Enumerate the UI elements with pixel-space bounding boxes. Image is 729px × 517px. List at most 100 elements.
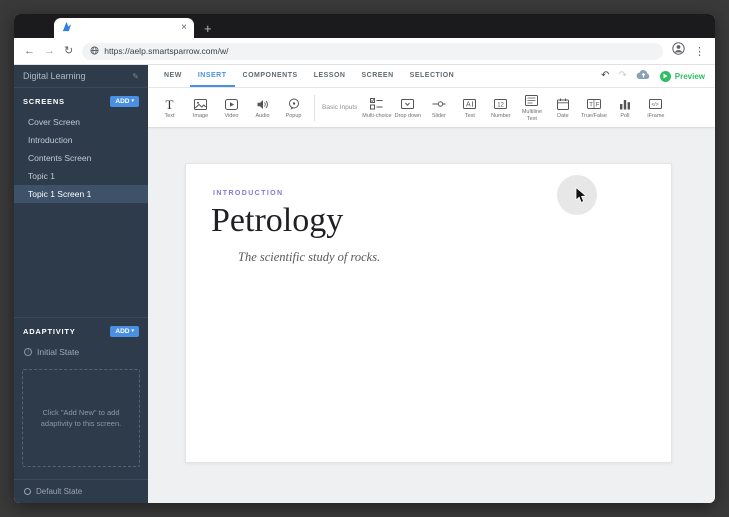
sidebar-item-topic-1-screen-1[interactable]: Topic 1 Screen 1 [14,185,148,203]
tool-popup[interactable]: Popup [278,96,309,120]
canvas-subtitle: The scientific study of rocks. [238,250,381,264]
toolbar-divider [314,94,315,121]
screens-heading: SCREENS [23,97,65,106]
browser-tab-strip: × + [14,14,715,38]
tool-drop-down[interactable]: Drop down [392,96,423,120]
app-body: Digital Learning ✎ SCREENS ADD ▾ Cover S… [14,65,715,503]
tool-date[interactable]: Date [547,96,578,120]
initial-state-row[interactable]: i Initial State [14,343,148,361]
sidebar-item-topic-1[interactable]: Topic 1 [14,167,148,185]
tool-text[interactable]: T Text [154,96,185,120]
state-ring-icon [24,488,31,495]
play-icon [659,70,671,82]
forward-button[interactable]: → [44,45,55,57]
tool-true-false[interactable]: TF True/False [578,96,609,120]
audio-icon [257,98,269,111]
tool-audio[interactable]: Audio [247,96,278,120]
adaptivity-empty-dropzone[interactable]: Click "Add New" to add adaptivity to thi… [22,369,140,467]
tool-poll[interactable]: Poll [609,96,640,120]
tab-selection[interactable]: SELECTION [402,65,463,87]
svg-text:12: 12 [498,102,505,108]
tool-label: Multi-choice [362,112,392,119]
back-button[interactable]: ← [24,45,35,57]
screen-canvas: INTRODUCTION Petrology The scientific st… [148,128,715,503]
sidebar-item-cover-screen[interactable]: Cover Screen [14,113,148,131]
true-false-icon: TF [586,98,601,111]
tab-new[interactable]: NEW [156,65,190,87]
main-area: NEW INSERT COMPONENTS LESSON SCREEN SELE… [148,65,715,503]
tool-text-input[interactable]: A Text [454,96,485,120]
svg-text:T: T [589,102,593,108]
tool-iframe[interactable]: </> iFrame [640,96,671,120]
browser-menu-icon[interactable]: ⋮ [694,45,705,58]
tool-video[interactable]: Video [216,96,247,120]
canvas-title: Petrology [211,202,344,239]
redo-icon[interactable]: ↷ [618,71,626,81]
site-info-icon [90,42,99,60]
new-tab-button[interactable]: + [204,22,212,35]
add-adaptivity-label: ADD [115,328,130,335]
slider-icon [432,98,446,111]
tool-number[interactable]: 12 Number [485,96,516,120]
tab-components[interactable]: COMPONENTS [235,65,306,87]
tab-insert[interactable]: INSERT [189,65,235,87]
add-screen-label: ADD [115,98,130,105]
default-state-bar[interactable]: Default State [14,479,148,503]
add-adaptivity-button[interactable]: ADD ▾ [110,326,139,337]
screens-section-header: SCREENS ADD ▾ [14,88,148,113]
video-icon [225,98,238,111]
tool-label: Video [224,112,239,119]
sidebar-item-introduction[interactable]: Introduction [14,131,148,149]
insert-toolbar: T Text Image Video Audio Popup Basic Inp… [148,88,715,128]
url-text: https://aelp.smartsparrow.com/w/ [104,46,229,56]
basic-inputs-label: Basic Inputs [322,104,358,111]
adaptivity-section-header: ADAPTIVITY ADD ▾ [14,317,148,343]
tool-label: True/False [580,112,607,119]
menu-bar: NEW INSERT COMPONENTS LESSON SCREEN SELE… [148,65,715,88]
preview-button[interactable]: Preview [659,70,705,82]
refresh-button[interactable]: ↻ [64,45,73,57]
tool-label: Number [491,112,511,119]
tool-slider[interactable]: Slider [423,96,454,120]
edit-pencil-icon[interactable]: ✎ [132,72,139,81]
tool-multiline-text[interactable]: Multiline Text [516,92,547,123]
tool-image[interactable]: Image [185,96,216,120]
initial-state-label: Initial State [37,347,80,357]
browser-tab[interactable]: × [54,18,194,38]
lesson-header: Digital Learning ✎ [14,65,148,88]
image-icon [194,98,207,111]
tab-lesson[interactable]: LESSON [306,65,354,87]
address-bar[interactable]: https://aelp.smartsparrow.com/w/ [82,42,663,60]
mouse-cursor-icon [575,186,588,209]
browser-window: × + ← → ↻ https://aelp.smartsparrow.com/… [14,14,715,503]
tool-label: Slider [431,112,446,119]
tab-screen[interactable]: SCREEN [353,65,401,87]
tool-label: Date [557,112,569,119]
tool-multi-choice[interactable]: Multi-choice [361,96,392,120]
lesson-title: Digital Learning [23,71,86,81]
svg-text:A: A [466,101,471,108]
canvas-kicker: INTRODUCTION [213,190,284,197]
undo-icon[interactable]: ↶ [601,71,609,81]
tool-label: Text [464,112,475,119]
preview-label: Preview [674,71,705,81]
cloud-sync-icon[interactable] [636,67,651,85]
info-icon: i [24,348,32,356]
tool-label: Text [164,112,175,119]
tab-close-icon[interactable]: × [181,23,187,33]
profile-icon[interactable] [672,42,685,60]
smartsparrow-logo-icon [61,19,72,37]
popup-icon [288,98,300,111]
sidebar: Digital Learning ✎ SCREENS ADD ▾ Cover S… [14,65,148,503]
multiline-text-icon [525,94,539,107]
add-screen-button[interactable]: ADD ▾ [110,96,139,107]
screen-card[interactable]: INTRODUCTION Petrology The scientific st… [185,163,672,463]
svg-text:F: F [596,102,600,108]
number-icon: 12 [494,98,508,111]
browser-toolbar: ← → ↻ https://aelp.smartsparrow.com/w/ ⋮ [14,38,715,65]
multi-choice-icon [370,98,383,111]
sidebar-item-contents-screen[interactable]: Contents Screen [14,149,148,167]
svg-text:</>: </> [652,102,659,108]
tool-label: Drop down [394,112,422,119]
